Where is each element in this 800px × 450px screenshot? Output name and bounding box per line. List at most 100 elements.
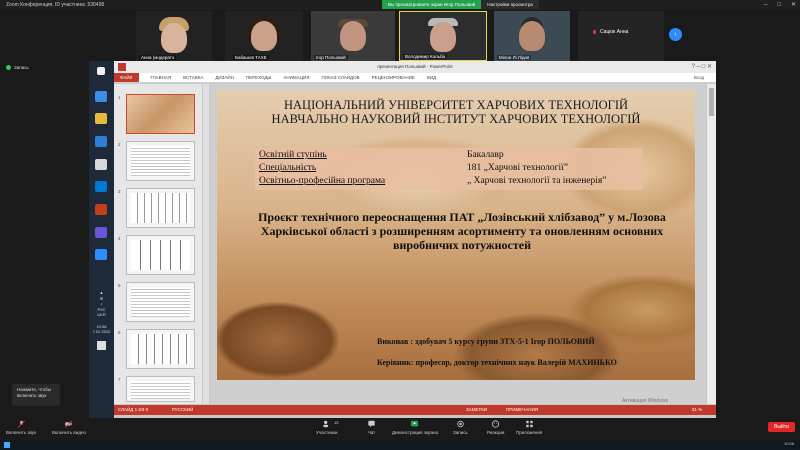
slide-thumbnail[interactable]: 1: [118, 94, 195, 134]
participant-name: Володимир Кольба: [403, 54, 447, 59]
ppt-window-controls-icon[interactable]: ? – □ ✕: [692, 61, 712, 73]
participant-name: Бабашов ТАХЕ: [233, 55, 269, 60]
tab-view[interactable]: ВИД: [421, 73, 442, 82]
slide-thumbnail[interactable]: 5: [118, 282, 195, 322]
notes-button[interactable]: ЗАМЕТКИ: [466, 405, 487, 415]
tab-design[interactable]: ДИЗАЙН: [209, 73, 240, 82]
thumb-number: 7: [118, 377, 121, 382]
tray-date: 7.02.2022: [92, 329, 111, 334]
slide[interactable]: НАЦІОНАЛЬНИЙ УНІВЕРСИТЕТ ХАРЧОВИХ ТЕХНОЛ…: [217, 90, 695, 380]
minimize-icon[interactable]: –: [764, 0, 767, 10]
powerpoint-logo-icon: [118, 63, 126, 71]
tray-icons: ▲ ✉ ♪: [99, 290, 104, 306]
author-line: Виконав : здобувач 5 курсу групи ЗТХ-5-1…: [377, 337, 595, 346]
app-icon[interactable]: [95, 227, 107, 238]
share-screen-icon: [411, 420, 419, 427]
share-screen-button[interactable]: Демонстрация экрана: [392, 420, 438, 435]
chat-button[interactable]: Чат: [367, 420, 376, 435]
language-indicator[interactable]: РУССКИЙ: [172, 405, 193, 415]
taskbar-clock[interactable]: 10:06: [784, 441, 794, 446]
author-label: Виконав :: [377, 337, 414, 346]
video-icon: [65, 420, 73, 428]
participant-tile[interactable]: Сацюк Анна: [578, 11, 664, 61]
tab-slideshow[interactable]: ПОКАЗ СЛАЙДОВ: [315, 73, 365, 82]
participant-name: Сацюк Анна: [600, 29, 629, 35]
edge-icon[interactable]: [95, 91, 107, 102]
recording-indicator: Запись: [6, 65, 29, 70]
store-icon[interactable]: [95, 136, 107, 147]
supervisor-line: Керівник: професор, доктор технічних нау…: [377, 358, 617, 367]
participant-tile[interactable]: Ігор Польовий: [311, 11, 395, 61]
tab-transitions[interactable]: ПЕРЕХОДЫ: [240, 73, 278, 82]
share-notice: Вы просматриваете экран Игор Польовий: [382, 0, 482, 9]
tab-home[interactable]: ГЛАВНАЯ: [145, 73, 178, 82]
windows-side-taskbar: [89, 61, 114, 418]
thumbnail-scrollbar[interactable]: [203, 84, 209, 404]
tooltip-line: включить звук: [17, 393, 47, 398]
participant-tile[interactable]: Анна (модерато: [136, 11, 212, 61]
record-button[interactable]: Запись: [453, 420, 468, 435]
powerpoint-taskbar-icon[interactable]: [95, 204, 107, 215]
participants-button[interactable]: Участники 15: [316, 420, 338, 435]
thumb-number: 1: [118, 95, 121, 100]
comments-button[interactable]: ПРИМЕЧАНИЯ: [506, 405, 538, 415]
project-title: Проєкт технічного переоснащення ПАТ „Лоз…: [258, 210, 666, 252]
thumb-number: 5: [118, 283, 121, 288]
thumb-preview: [131, 240, 190, 270]
maximize-icon[interactable]: □: [777, 0, 781, 10]
thumb-preview: [131, 381, 190, 399]
zoom-level[interactable]: 61 %: [692, 405, 702, 415]
system-tray: ▲ ✉ ♪ РУС UKR 10:06 7.02.2022: [89, 290, 114, 350]
sign-in-link[interactable]: Вход: [688, 73, 710, 83]
tab-insert[interactable]: ВСТАВКА: [177, 73, 209, 82]
participants-count: 15: [334, 420, 339, 425]
tab-file[interactable]: ФАЙЛ: [114, 73, 139, 82]
view-options-button[interactable]: Настройки просмотра: [481, 0, 539, 9]
unmute-button[interactable]: Включить звук: [6, 420, 36, 435]
participant-tile-active[interactable]: Володимир Кольба: [399, 11, 487, 61]
institute-heading: НАВЧАЛЬНО НАУКОВИЙ ІНСТИТУТ ХАРЧОВИХ ТЕХ…: [271, 112, 641, 126]
chrome-icon[interactable]: [95, 159, 107, 170]
thumb-preview: [131, 287, 190, 317]
university-heading: НАЦІОНАЛЬНИЙ УНІВЕРСИТЕТ ХАРЧОВИХ ТЕХНОЛ…: [283, 98, 629, 112]
windows-start-icon[interactable]: [97, 67, 105, 75]
recording-label: Запись: [14, 65, 29, 70]
chat-icon: [368, 420, 375, 428]
next-participants-button[interactable]: ›: [669, 28, 682, 41]
slide-thumbnail[interactable]: 3: [118, 188, 195, 228]
thumb-preview: [131, 193, 190, 223]
zoom-taskbar-icon[interactable]: [95, 249, 107, 260]
mail-icon[interactable]: [95, 181, 107, 192]
powerpoint-title: презентация Польовий - PowerPoint: [377, 64, 453, 69]
thumb-preview: [131, 334, 190, 364]
control-label: Приложения: [516, 430, 543, 435]
share-banner: Вы просматриваете экран Игор Польовий На…: [382, 0, 539, 9]
participant-tile[interactable]: Мілон Лі Лідня: [494, 11, 570, 61]
tab-animation[interactable]: АНИМАЦИЯ: [277, 73, 315, 82]
slide-thumbnail[interactable]: 2: [118, 141, 195, 181]
apps-button[interactable]: Приложения: [516, 420, 542, 435]
slide-thumbnail[interactable]: 6: [118, 329, 195, 369]
info-value: „ Харчові технології та інженерія”: [467, 176, 607, 186]
explorer-icon[interactable]: [95, 113, 107, 124]
participant-face: [519, 21, 545, 51]
participant-name: Анна (модерато: [139, 55, 177, 60]
participant-face: [251, 21, 277, 51]
notification-icon[interactable]: [97, 340, 106, 350]
scrollbar-thumb[interactable]: [709, 88, 714, 116]
record-icon: [457, 420, 464, 428]
info-key: Освітній ступінь: [259, 150, 327, 160]
close-icon[interactable]: ✕: [791, 0, 796, 10]
activate-title: Активация Windows: [622, 398, 669, 404]
leave-meeting-button[interactable]: Выйти: [768, 422, 795, 432]
zoom-control-bar: Включить звук Включить видео Участники 1…: [0, 418, 800, 440]
tab-review[interactable]: РЕЦЕНЗИРОВАНИЕ: [366, 73, 421, 82]
slide-thumbnail[interactable]: 4: [118, 235, 195, 275]
slide-thumbnail[interactable]: 7: [118, 376, 195, 402]
participant-tile[interactable]: Бабашов ТАХЕ: [225, 11, 303, 61]
reactions-button[interactable]: Реакции: [487, 420, 504, 435]
start-video-button[interactable]: Включить видео: [52, 420, 86, 435]
thumb-number: 6: [118, 330, 121, 335]
slide-scrollbar[interactable]: [707, 84, 716, 404]
windows-start-icon[interactable]: [4, 442, 10, 448]
